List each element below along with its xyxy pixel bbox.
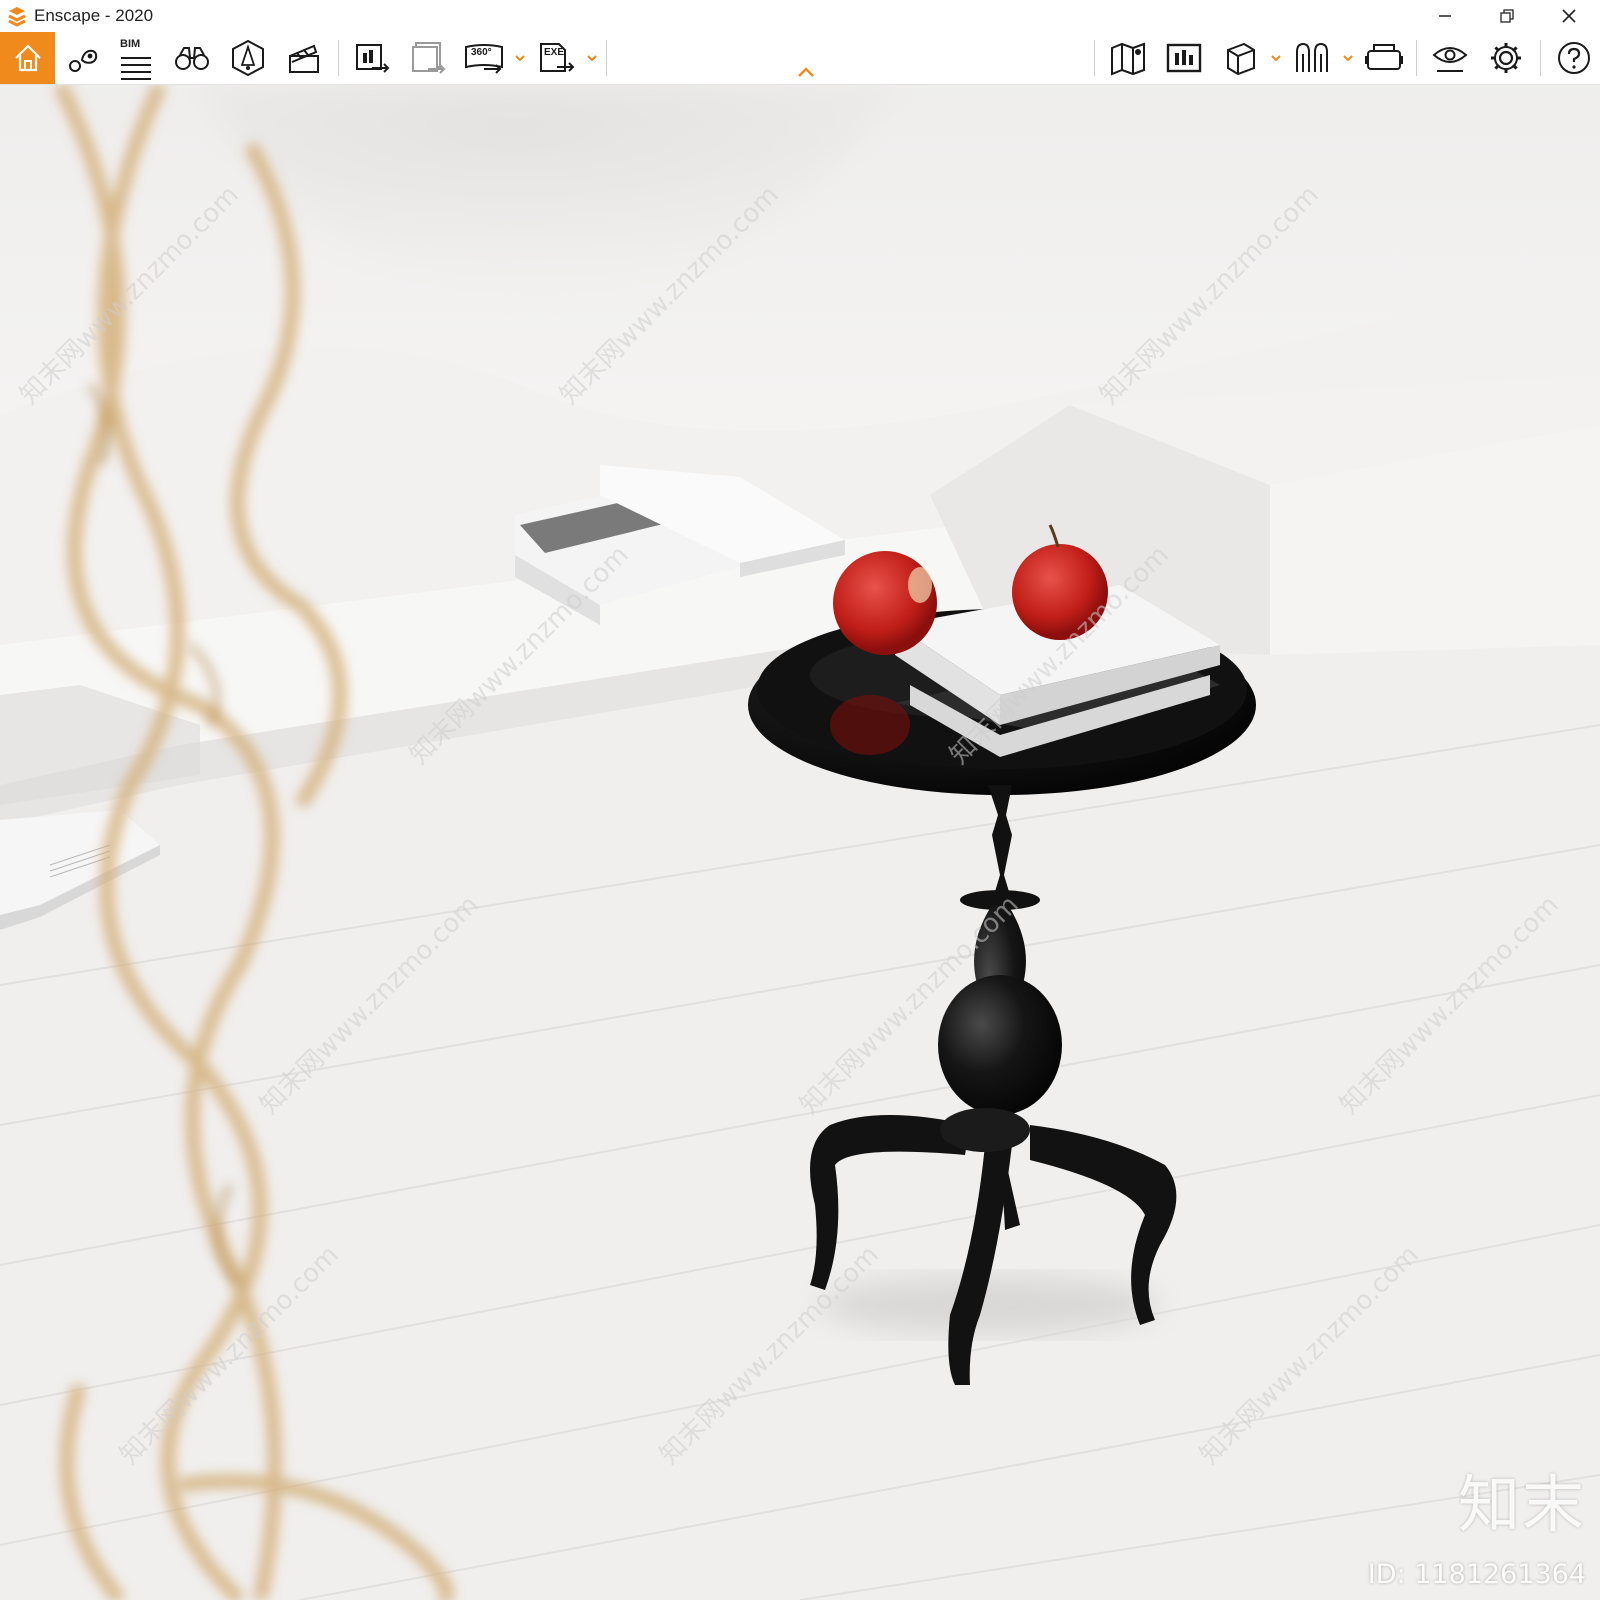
- chevron-down-icon[interactable]: [1342, 52, 1354, 64]
- exe-export-button[interactable]: EXE: [534, 32, 578, 84]
- clapper-icon: [289, 44, 319, 73]
- home-button[interactable]: [0, 32, 55, 84]
- pano-label: 360°: [471, 47, 492, 58]
- screenshot-export-button[interactable]: [350, 32, 394, 84]
- binoculars-icon: [175, 47, 209, 70]
- restore-button[interactable]: [1476, 0, 1538, 32]
- vr-headset-button[interactable]: [1362, 32, 1406, 84]
- gear-icon: [1491, 43, 1521, 73]
- asset-icon: [1296, 42, 1328, 72]
- toolbar-separator: [338, 40, 339, 76]
- home-icon: [14, 44, 41, 72]
- video-editor-button[interactable]: [282, 32, 326, 84]
- chevron-down-icon[interactable]: [1270, 52, 1282, 64]
- visual-settings-button[interactable]: [1428, 32, 1472, 84]
- title-bar: Enscape - 2020: [0, 0, 1600, 32]
- binoculars-button[interactable]: [170, 32, 214, 84]
- pin-icon: [69, 49, 98, 72]
- views-icon: [1166, 43, 1202, 73]
- light-button[interactable]: [226, 32, 270, 84]
- bim-button[interactable]: BIM: [114, 32, 158, 84]
- window-title: Enscape - 2020: [34, 6, 154, 25]
- panorama-export-button[interactable]: 360°: [462, 32, 506, 84]
- toolbar-separator: [1540, 40, 1541, 76]
- light-icon: [232, 39, 264, 77]
- toolbar-separator: [1416, 40, 1417, 76]
- visual-settings-icon: [1432, 47, 1468, 72]
- batch-export-button[interactable]: [406, 32, 450, 84]
- views-button[interactable]: [1162, 32, 1206, 84]
- minimize-icon: [1439, 15, 1451, 17]
- toolbar-separator: [606, 40, 607, 76]
- map-button[interactable]: [1106, 32, 1150, 84]
- render-scene: [0, 85, 1600, 1600]
- map-icon: [1111, 42, 1145, 76]
- help-icon: [1558, 42, 1590, 74]
- screenshot-export-icon: [356, 44, 390, 73]
- enscape-logo-icon: [8, 7, 26, 27]
- cube-icon: [1227, 42, 1255, 76]
- chevron-down-icon[interactable]: [586, 52, 598, 64]
- vr-headset-icon: [1365, 44, 1403, 70]
- exe-label: EXE: [544, 47, 565, 58]
- cube-button[interactable]: [1218, 32, 1262, 84]
- close-icon: [1562, 9, 1576, 23]
- settings-button[interactable]: [1484, 32, 1528, 84]
- batch-export-icon: [412, 42, 446, 74]
- close-button[interactable]: [1538, 0, 1600, 32]
- image-id-label: ID: 1181261364: [1367, 1559, 1586, 1590]
- minimize-button[interactable]: [1414, 0, 1476, 32]
- restore-icon: [1500, 9, 1514, 23]
- render-viewport[interactable]: 知末网www.znzmo.com 知末网www.znzmo.com 知末网www…: [0, 85, 1600, 1600]
- collapse-toolbar-icon[interactable]: [796, 66, 816, 78]
- help-button[interactable]: [1552, 32, 1596, 84]
- toolbar-separator: [1094, 40, 1095, 76]
- brand-watermark: 知末: [1457, 1468, 1586, 1541]
- toolbar: BIM 360° EXE: [0, 32, 1600, 85]
- bim-label: BIM: [120, 38, 141, 50]
- pin-button[interactable]: [62, 32, 106, 84]
- chevron-down-icon[interactable]: [514, 52, 526, 64]
- asset-library-button[interactable]: [1290, 32, 1334, 84]
